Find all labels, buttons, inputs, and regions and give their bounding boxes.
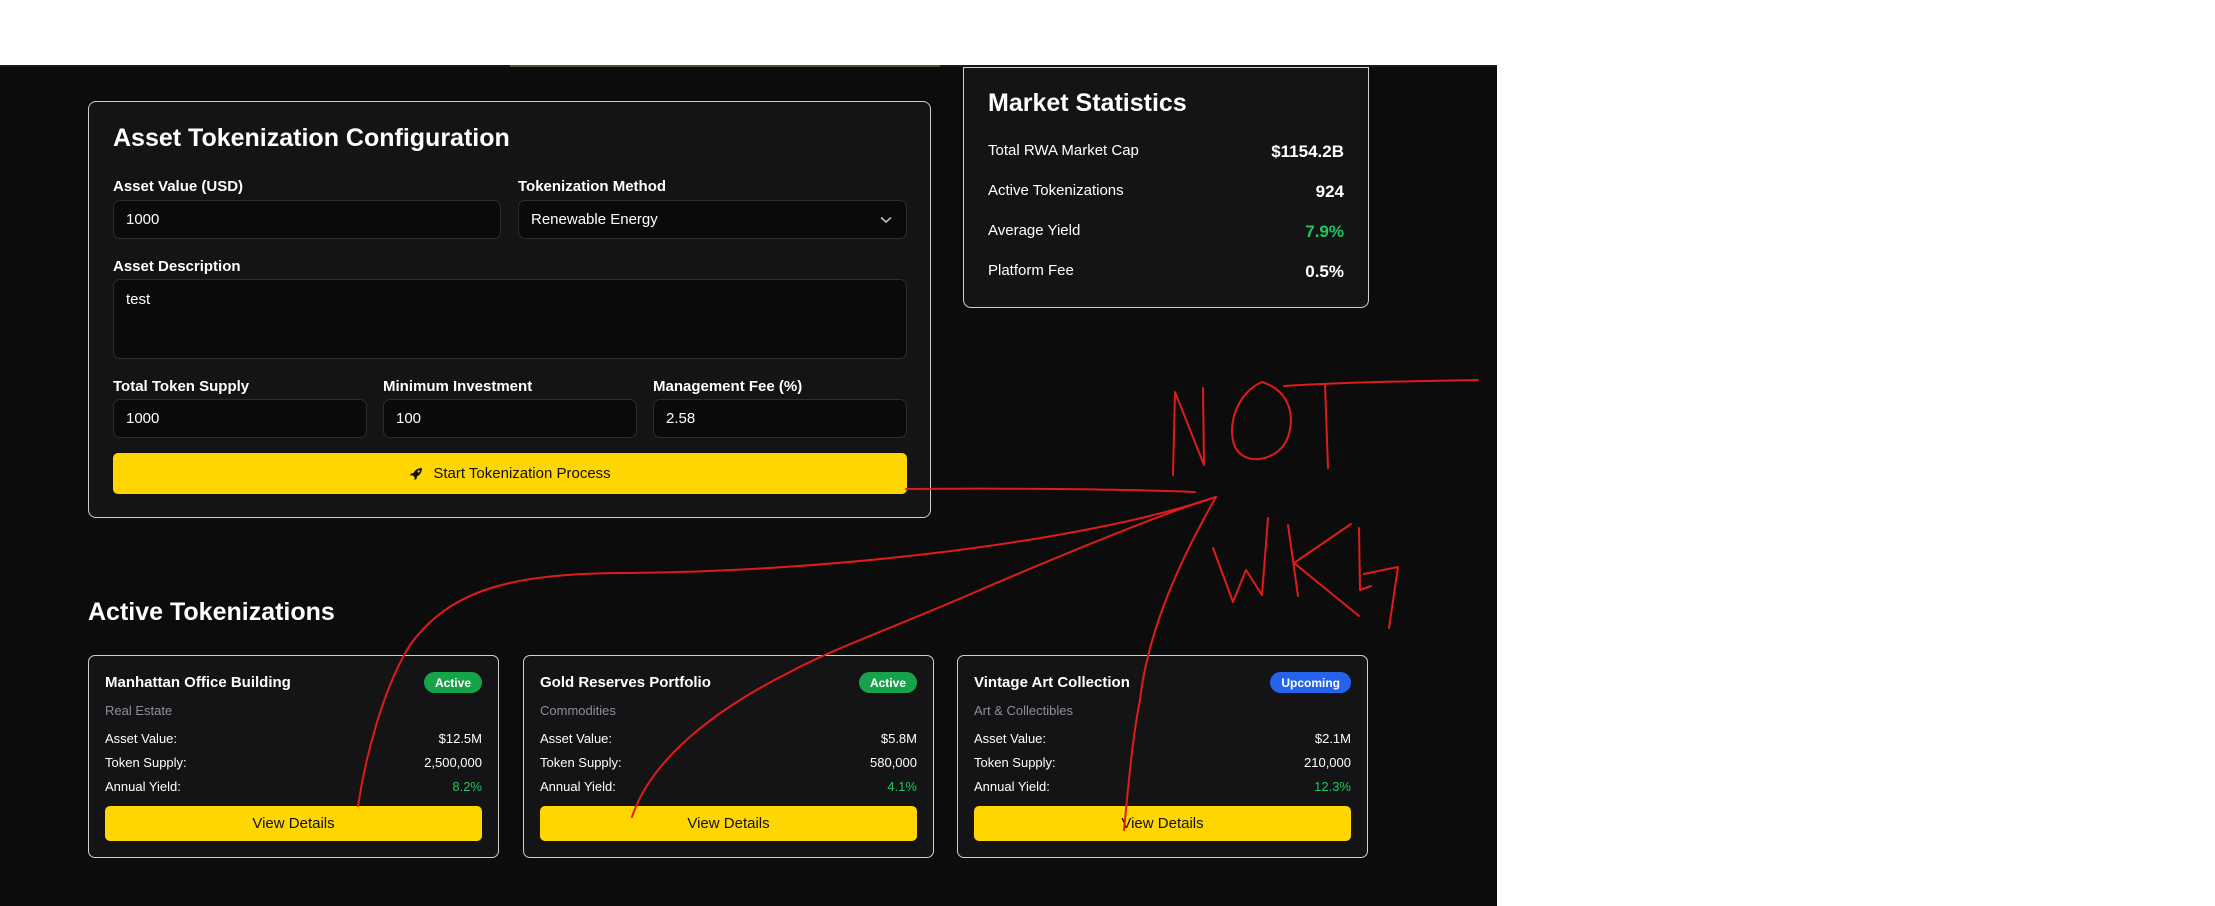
stat-value-average-yield: 7.9% [1305,222,1344,241]
asset-value-row-label: Asset Value: [540,731,613,746]
asset-value-row-value: $2.1M [1314,731,1351,746]
status-badge: Active [858,672,917,693]
tokenization-config-panel: Asset Tokenization Configuration Asset V… [88,101,931,518]
minimum-investment-label: Minimum Investment [383,378,533,395]
token-supply-row-value: 2,500,000 [424,755,482,770]
asset-value-row-label: Asset Value: [105,731,178,746]
annual-yield-row-label: Annual Yield: [105,779,181,794]
stat-label-average-yield: Average Yield [988,222,1081,239]
stat-label-market-cap: Total RWA Market Cap [988,142,1139,159]
token-supply-row-label: Token Supply: [540,755,622,770]
annual-yield-row-value: 12.3% [1314,779,1351,794]
active-tokenizations-title: Active Tokenizations [88,598,335,626]
tokenization-method-label: Tokenization Method [518,178,667,195]
browser-top-blank-area [0,0,2215,66]
annual-yield-row-label: Annual Yield: [540,779,616,794]
annual-yield-row-value: 4.1% [887,779,917,794]
asset-description-textarea[interactable]: test [113,279,907,359]
config-title: Asset Tokenization Configuration [113,124,510,152]
asset-value-row-value: $12.5M [438,731,482,746]
stat-value-market-cap: $1154.2B [1271,142,1344,161]
asset-value-label: Asset Value (USD) [113,178,244,195]
start-tokenization-label: Start Tokenization Process [433,465,611,482]
token-supply-row-label: Token Supply: [105,755,187,770]
management-fee-label: Management Fee (%) [653,378,803,395]
market-statistics-panel: Market Statistics Total RWA Market Cap $… [963,67,1369,308]
stat-label-platform-fee: Platform Fee [988,262,1074,279]
annual-yield-row-label: Annual Yield: [974,779,1050,794]
annual-yield-row-value: 8.2% [452,779,482,794]
card-category: Art & Collectibles [974,703,1073,718]
tokenization-card: Manhattan Office Building Active Real Es… [88,655,499,858]
tokenization-card: Vintage Art Collection Upcoming Art & Co… [957,655,1368,858]
token-supply-row-label: Token Supply: [974,755,1056,770]
start-tokenization-button[interactable]: Start Tokenization Process [113,453,907,494]
token-supply-row-value: 580,000 [870,755,917,770]
tokenization-card: Gold Reserves Portfolio Active Commoditi… [523,655,934,858]
asset-value-row-value: $5.8M [880,731,917,746]
asset-value-input[interactable]: 1000 [113,200,501,239]
status-badge: Upcoming [1270,672,1351,693]
rocket-icon [410,467,423,480]
tokenization-method-value: Renewable Energy [531,211,658,228]
minimum-investment-input[interactable]: 100 [383,399,637,438]
management-fee-input[interactable]: 2.58 [653,399,907,438]
view-details-button[interactable]: View Details [974,806,1351,841]
card-title: Gold Reserves Portfolio [540,674,711,691]
view-details-button[interactable]: View Details [105,806,482,841]
status-badge: Active [423,672,482,693]
card-title: Manhattan Office Building [105,674,291,691]
asset-description-label: Asset Description [113,258,241,275]
card-category: Real Estate [105,703,173,718]
stat-value-platform-fee: 0.5% [1305,262,1344,281]
card-title: Vintage Art Collection [974,674,1130,691]
total-token-supply-label: Total Token Supply [113,378,250,395]
chevron-down-icon [880,216,892,223]
asset-value-row-label: Asset Value: [974,731,1047,746]
tokenization-method-select[interactable]: Renewable Energy [518,200,907,239]
view-details-button[interactable]: View Details [540,806,917,841]
total-token-supply-input[interactable]: 1000 [113,399,367,438]
card-category: Commodities [540,703,616,718]
stat-value-active-tokenizations: 924 [1315,182,1344,201]
market-statistics-title: Market Statistics [988,89,1187,117]
stat-label-active-tokenizations: Active Tokenizations [988,182,1124,199]
token-supply-row-value: 210,000 [1304,755,1351,770]
